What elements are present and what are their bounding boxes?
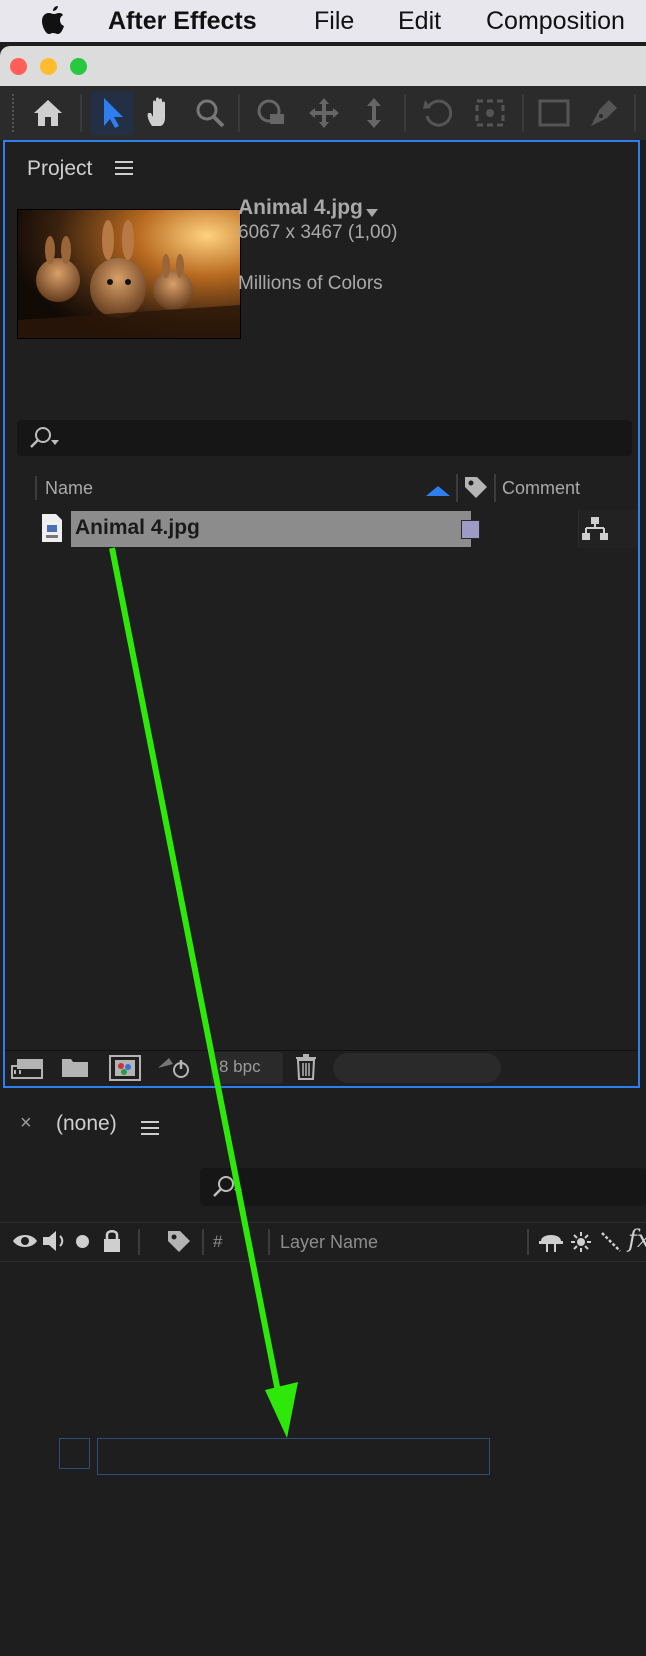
speaker-icon[interactable] bbox=[42, 1229, 68, 1258]
project-panel: Project Animal 4.jpg 6067 x 3467 (1,00) … bbox=[3, 140, 640, 1088]
panel-menu-icon[interactable] bbox=[115, 160, 133, 181]
search-icon bbox=[27, 426, 63, 455]
chevron-down-icon[interactable] bbox=[365, 205, 379, 223]
quality-icon[interactable] bbox=[600, 1231, 622, 1258]
menu-bar: After Effects File Edit Composition bbox=[0, 0, 646, 42]
selection-tool-icon[interactable] bbox=[90, 91, 134, 135]
project-bottom-toolbar: 8 bpc bbox=[5, 1050, 638, 1087]
preview-filename[interactable]: Animal 4.jpg bbox=[238, 196, 363, 220]
rectangle-tool-icon[interactable] bbox=[532, 91, 576, 135]
shy-icon[interactable] bbox=[538, 1231, 564, 1258]
menu-app[interactable]: After Effects bbox=[108, 6, 257, 36]
drop-target-box bbox=[59, 1438, 90, 1469]
timeline-panel: × (none) # Layer Name f bbox=[0, 1100, 646, 1656]
eye-icon[interactable] bbox=[12, 1232, 38, 1255]
solo-icon[interactable] bbox=[76, 1235, 89, 1248]
column-name[interactable]: Name bbox=[45, 478, 93, 499]
column-comment[interactable]: Comment bbox=[502, 478, 580, 499]
column-number[interactable]: # bbox=[213, 1232, 222, 1252]
label-tag-icon[interactable] bbox=[166, 1229, 192, 1260]
column-layer-name[interactable]: Layer Name bbox=[280, 1232, 378, 1253]
apple-icon[interactable] bbox=[40, 4, 68, 43]
interpret-footage-icon[interactable] bbox=[11, 1056, 45, 1085]
new-composition-icon[interactable] bbox=[109, 1055, 141, 1086]
tools-panel bbox=[0, 86, 646, 140]
dolly-camera-icon[interactable] bbox=[352, 91, 396, 135]
preview-dimensions: 6067 x 3467 (1,00) bbox=[238, 222, 398, 243]
label-color-swatch[interactable] bbox=[461, 520, 480, 539]
window-titlebar bbox=[0, 46, 646, 86]
item-name[interactable]: Animal 4.jpg bbox=[75, 516, 200, 540]
hand-tool-icon[interactable] bbox=[138, 91, 182, 135]
timeline-title: (none) bbox=[56, 1112, 117, 1135]
effects-fx-icon[interactable]: fx bbox=[628, 1225, 646, 1253]
label-tag-icon[interactable] bbox=[463, 475, 489, 506]
preview-color-depth: Millions of Colors bbox=[238, 273, 383, 294]
search-icon bbox=[210, 1175, 246, 1204]
home-icon[interactable] bbox=[26, 91, 70, 135]
zoom-window-button[interactable] bbox=[70, 58, 87, 75]
minimize-window-button[interactable] bbox=[40, 58, 57, 75]
bpc-label: 8 bpc bbox=[219, 1057, 261, 1076]
menu-file[interactable]: File bbox=[314, 6, 354, 36]
thumbnail-slider[interactable] bbox=[333, 1053, 501, 1083]
trash-icon[interactable] bbox=[295, 1054, 317, 1085]
pen-tool-icon[interactable] bbox=[582, 91, 626, 135]
flowchart-icon[interactable] bbox=[581, 516, 609, 547]
project-search-input[interactable] bbox=[17, 420, 632, 456]
timeline-column-header: # Layer Name fx bbox=[0, 1222, 646, 1262]
panel-grip[interactable] bbox=[12, 94, 17, 132]
preview-thumbnail bbox=[17, 209, 241, 339]
zoom-tool-icon[interactable] bbox=[188, 91, 232, 135]
image-file-icon bbox=[41, 513, 63, 548]
flowchart-power-icon[interactable] bbox=[157, 1056, 193, 1085]
new-folder-icon[interactable] bbox=[61, 1056, 89, 1083]
anchor-point-tool-icon[interactable] bbox=[468, 91, 512, 135]
close-window-button[interactable] bbox=[10, 58, 27, 75]
sun-icon[interactable] bbox=[570, 1231, 592, 1258]
close-icon[interactable]: × bbox=[20, 1112, 32, 1135]
pan-camera-icon[interactable] bbox=[302, 91, 346, 135]
project-column-header: Name Comment bbox=[5, 470, 638, 508]
timeline-search-input[interactable] bbox=[200, 1168, 646, 1206]
orbit-camera-icon[interactable] bbox=[250, 91, 294, 135]
drop-target-layer bbox=[97, 1438, 490, 1475]
rotate-tool-icon[interactable] bbox=[416, 91, 460, 135]
table-row[interactable]: Animal 4.jpg bbox=[5, 510, 638, 548]
panel-title: Project bbox=[27, 157, 93, 180]
panel-menu-icon[interactable] bbox=[141, 1120, 159, 1141]
lock-icon[interactable] bbox=[102, 1229, 122, 1258]
menu-edit[interactable]: Edit bbox=[398, 6, 441, 36]
sort-ascending-icon[interactable] bbox=[425, 484, 451, 502]
menu-composition[interactable]: Composition bbox=[486, 6, 625, 36]
